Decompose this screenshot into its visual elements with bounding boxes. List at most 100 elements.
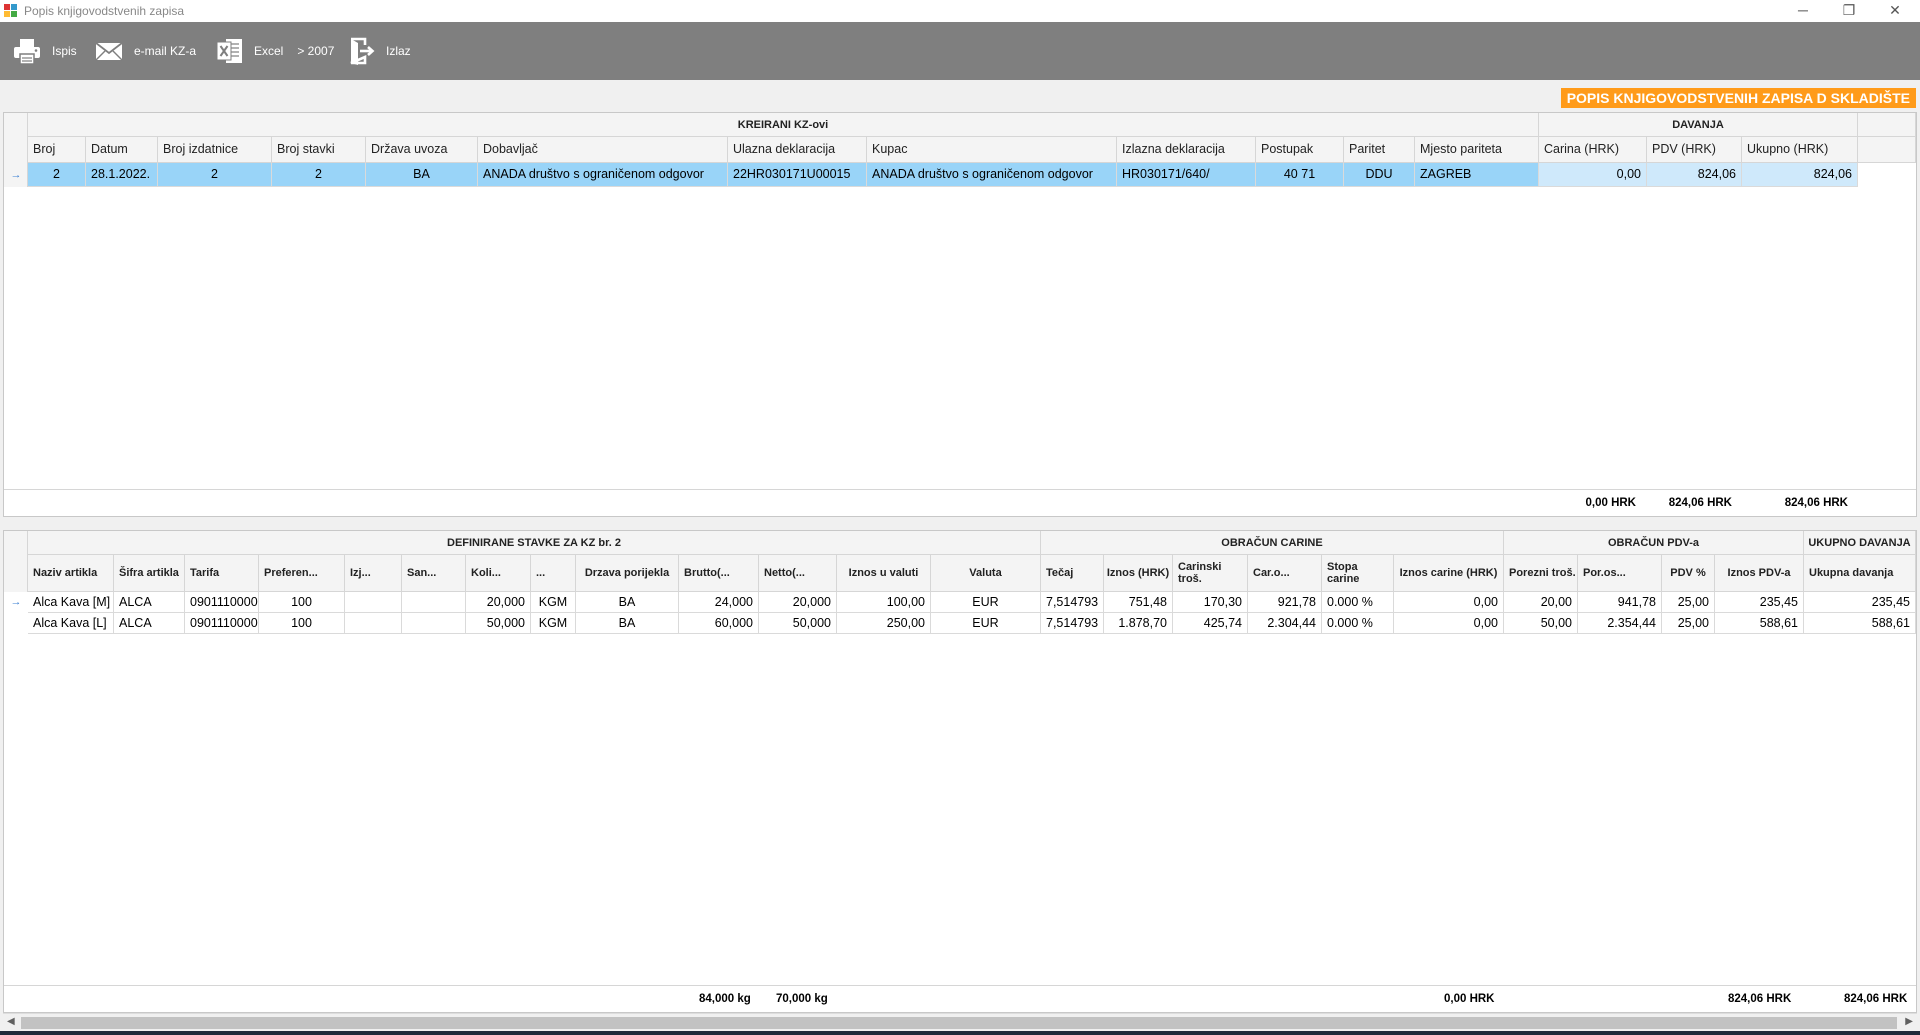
cell-kupac[interactable]: ANADA društvo s ograničenom odgovor [867,163,1117,187]
cell-sanitarno[interactable] [402,592,466,613]
col-header-carinski-tros[interactable]: Carinski troš. [1173,555,1248,592]
col-header-netto[interactable]: Netto(... [759,555,837,592]
cell-mjesto-pariteta[interactable]: ZAGREB [1415,163,1539,187]
cell-carinski-tros[interactable]: 425,74 [1173,613,1248,634]
col-header-kupac[interactable]: Kupac [867,137,1117,163]
col-header-iznos-hrk[interactable]: Iznos (HRK) [1104,555,1173,592]
cell-carinska-osnovica[interactable]: 2.304,44 [1248,613,1322,634]
col-header-datum[interactable]: Datum [86,137,158,163]
col-header-valuta[interactable]: Valuta [931,555,1041,592]
col-header-sanitarno[interactable]: San... [402,555,466,592]
cell-izjava[interactable] [345,613,402,634]
cell-iznos-carine[interactable]: 0,00 [1394,592,1504,613]
cell-kolicina[interactable]: 20,000 [466,592,531,613]
col-header-izlazna-deklaracija[interactable]: Izlazna deklaracija [1117,137,1256,163]
close-button[interactable]: ✕ [1872,0,1918,22]
col-header-ukupno[interactable]: Ukupno (HRK) [1742,137,1858,163]
row-selector-icon[interactable]: → [4,592,28,613]
col-header-iznos-carine[interactable]: Iznos carine (HRK) [1394,555,1504,592]
scroll-right-icon[interactable]: ▶ [1905,1016,1913,1027]
cell-naziv[interactable]: Alca Kava [L] [28,613,114,634]
cell-stopa-carine[interactable]: 0.000 % [1322,592,1394,613]
cell-porezna-osnovica[interactable]: 941,78 [1578,592,1662,613]
cell-preferencija[interactable]: 100 [259,613,345,634]
cell-iznos-valuta[interactable]: 100,00 [837,592,931,613]
col-header-stopa-carine[interactable]: Stopa carine [1322,555,1394,592]
cell-naziv[interactable]: Alca Kava [M] [28,592,114,613]
col-header-iznos-valuta[interactable]: Iznos u valuti [837,555,931,592]
cell-iznos-pdv[interactable]: 235,45 [1715,592,1804,613]
cell-pdv-posto[interactable]: 25,00 [1662,613,1715,634]
cell-tecaj[interactable]: 7,514793 [1041,613,1104,634]
row-selector-icon[interactable] [4,613,28,634]
col-header-broj-stavki[interactable]: Broj stavki [272,137,366,163]
col-header-broj[interactable]: Broj [28,137,86,163]
col-header-tarifa[interactable]: Tarifa [185,555,259,592]
col-header-mjesto-pariteta[interactable]: Mjesto pariteta [1415,137,1539,163]
col-header-broj-izdatnice[interactable]: Broj izdatnice [158,137,272,163]
email-button[interactable]: e-mail KZ-a [94,35,196,67]
cell-valuta[interactable]: EUR [931,613,1041,634]
cell-carinska-osnovica[interactable]: 921,78 [1248,592,1322,613]
col-header-drzava-porijekla[interactable]: Drzava porijekla [576,555,679,592]
cell-pdv-posto[interactable]: 25,00 [1662,592,1715,613]
cell-broj-izdatnice[interactable]: 2 [158,163,272,187]
col-header-ukupna-davanja[interactable]: Ukupna davanja [1804,555,1916,592]
scrollbar-thumb[interactable] [21,1017,1897,1029]
cell-drzava-porijekla[interactable]: BA [576,613,679,634]
cell-izjava[interactable] [345,592,402,613]
col-header-carinska-osnovica[interactable]: Car.o... [1248,555,1322,592]
scroll-left-icon[interactable]: ◀ [7,1016,15,1027]
cell-sifra[interactable]: ALCA [114,613,185,634]
col-header-drzava-uvoza[interactable]: Država uvoza [366,137,478,163]
col-header-izjava[interactable]: Izj... [345,555,402,592]
cell-iznos-pdv[interactable]: 588,61 [1715,613,1804,634]
cell-porezna-osnovica[interactable]: 2.354,44 [1578,613,1662,634]
cell-tecaj[interactable]: 7,514793 [1041,592,1104,613]
cell-porezni-tros[interactable]: 50,00 [1504,613,1578,634]
col-header-postupak[interactable]: Postupak [1256,137,1344,163]
row-selector-icon[interactable]: → [4,163,28,187]
cell-drzava-porijekla[interactable]: BA [576,592,679,613]
col-header-paritet[interactable]: Paritet [1344,137,1415,163]
cell-kolicina[interactable]: 50,000 [466,613,531,634]
maximize-button[interactable]: ❐ [1826,0,1872,22]
cell-carinski-tros[interactable]: 170,30 [1173,592,1248,613]
col-header-jedinica[interactable]: ... [531,555,576,592]
cell-brutto[interactable]: 60,000 [679,613,759,634]
col-header-pdv-posto[interactable]: PDV % [1662,555,1715,592]
cell-dobavljac[interactable]: ANADA društvo s ograničenom odgovor [478,163,728,187]
exit-button[interactable]: Izlaz [348,35,411,67]
col-header-kolicina[interactable]: Koli... [466,555,531,592]
cell-ukupno[interactable]: 824,06 [1742,163,1858,187]
cell-carina[interactable]: 0,00 [1539,163,1647,187]
col-header-naziv[interactable]: Naziv artikla [28,555,114,592]
excel-button[interactable]: Excel > 2007 [216,35,334,67]
col-header-sifra[interactable]: Šifra artikla [114,555,185,592]
cell-netto[interactable]: 50,000 [759,613,837,634]
cell-netto[interactable]: 20,000 [759,592,837,613]
cell-broj-stavki[interactable]: 2 [272,163,366,187]
print-button[interactable]: Ispis [12,35,77,67]
cell-paritet[interactable]: DDU [1344,163,1415,187]
cell-drzava-uvoza[interactable]: BA [366,163,478,187]
col-header-tecaj[interactable]: Tečaj [1041,555,1104,592]
cell-datum[interactable]: 28.1.2022. [86,163,158,187]
cell-brutto[interactable]: 24,000 [679,592,759,613]
col-header-brutto[interactable]: Brutto(... [679,555,759,592]
cell-ukupna-davanja[interactable]: 588,61 [1804,613,1916,634]
cell-broj[interactable]: 2 [28,163,86,187]
cell-pdv[interactable]: 824,06 [1647,163,1742,187]
cell-iznos-hrk[interactable]: 1.878,70 [1104,613,1173,634]
cell-iznos-carine[interactable]: 0,00 [1394,613,1504,634]
cell-postupak[interactable]: 40 71 [1256,163,1344,187]
col-header-pdv[interactable]: PDV (HRK) [1647,137,1742,163]
col-header-carina[interactable]: Carina (HRK) [1539,137,1647,163]
col-header-porezna-osnovica[interactable]: Por.os... [1578,555,1662,592]
cell-sanitarno[interactable] [402,613,466,634]
cell-izlazna-deklaracija[interactable]: HR030171/640/ [1117,163,1256,187]
cell-ulazna-deklaracija[interactable]: 22HR030171U00015 [728,163,867,187]
cell-iznos-valuta[interactable]: 250,00 [837,613,931,634]
cell-preferencija[interactable]: 100 [259,592,345,613]
cell-porezni-tros[interactable]: 20,00 [1504,592,1578,613]
